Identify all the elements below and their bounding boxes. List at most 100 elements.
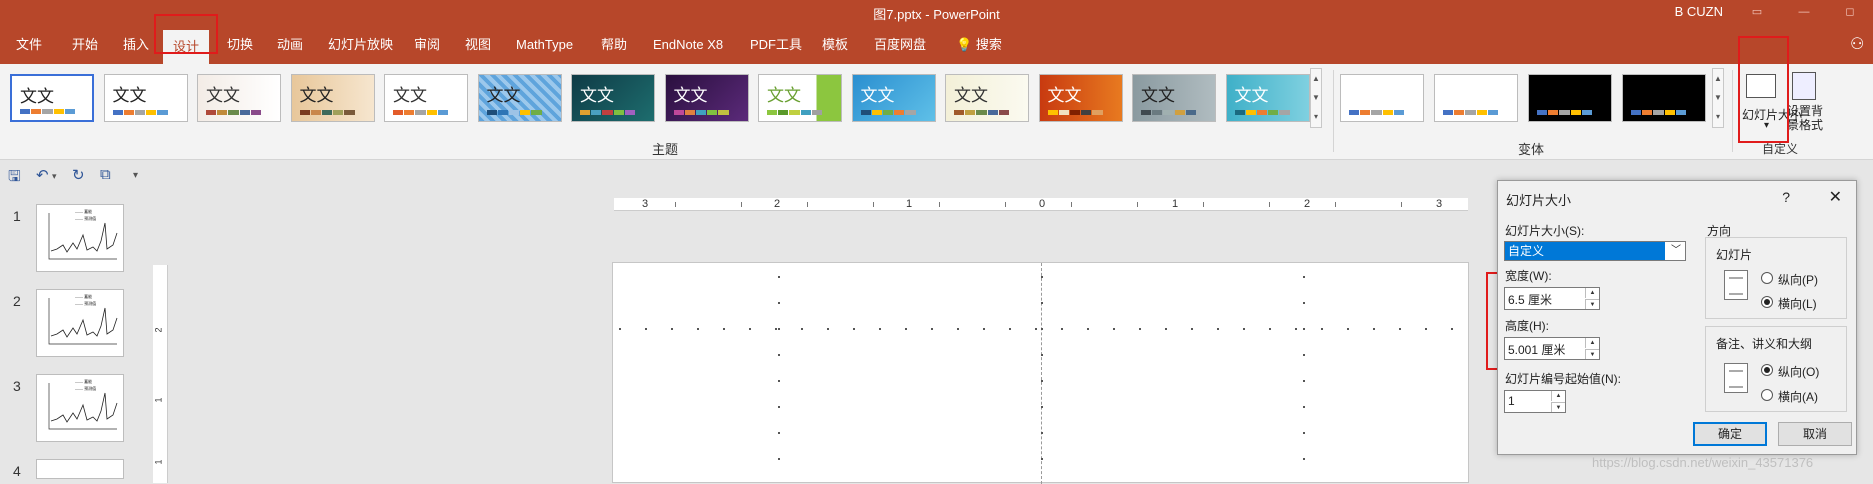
notes-orientation-group: 备注、讲义和大纲 纵向(O) 横向(A) xyxy=(1705,326,1847,412)
tab-slideshow[interactable]: 幻灯片放映 xyxy=(318,26,403,64)
theme-sample-text: 文文 xyxy=(1141,86,1175,106)
theme-thumbnail[interactable]: 文文 xyxy=(197,74,281,122)
slide-size-select[interactable]: 自定义 ﹀ xyxy=(1504,241,1686,261)
slides-section-label: 幻灯片 xyxy=(1716,248,1753,262)
tab-animations[interactable]: 动画 xyxy=(267,26,313,64)
ribbon-display-button[interactable]: ▭ xyxy=(1737,2,1777,22)
tab-file[interactable]: 文件 xyxy=(6,26,52,64)
theme-thumbnail[interactable]: 文文 xyxy=(1225,74,1310,122)
tab-design[interactable]: 设计 xyxy=(163,30,210,64)
redo-icon[interactable]: ↻ xyxy=(72,166,85,184)
theme-thumbnail[interactable]: 文文 xyxy=(945,74,1029,122)
variant-thumbnail[interactable] xyxy=(1434,74,1518,122)
slide-canvas[interactable] xyxy=(612,262,1469,484)
start-number-value: 1 xyxy=(1508,394,1515,408)
width-field[interactable]: 6.5 厘米 ▲ ▼ xyxy=(1504,287,1600,310)
notes-landscape-radio[interactable] xyxy=(1761,389,1773,401)
theme-thumbnail[interactable]: 文文 xyxy=(571,74,655,122)
help-button[interactable]: ? xyxy=(1782,189,1790,205)
height-value: 5.001 厘米 xyxy=(1508,343,1566,357)
landscape-radio[interactable] xyxy=(1761,296,1773,308)
share-icon[interactable]: ⚇ xyxy=(1840,26,1873,64)
spin-up-icon[interactable]: ▲ xyxy=(1585,288,1599,298)
notes-portrait-label[interactable]: 纵向(O) xyxy=(1778,363,1819,380)
slide-thumbnail[interactable]: —— 蓄能 —— 预测值 xyxy=(36,289,124,357)
slide-thumbnail[interactable]: —— 蓄能 —— 预测值 xyxy=(36,374,124,442)
spin-down-icon[interactable]: ▼ xyxy=(1585,349,1599,359)
theme-thumbnail[interactable]: 文文 xyxy=(384,74,468,122)
user-name[interactable]: B CUZN xyxy=(1675,4,1723,19)
tab-insert[interactable]: 插入 xyxy=(113,26,159,64)
portrait-label[interactable]: 纵向(P) xyxy=(1778,271,1818,288)
spin-up-icon[interactable]: ▲ xyxy=(1551,391,1565,401)
grid-dot xyxy=(801,328,803,330)
theme-thumbnail[interactable]: 文文 xyxy=(290,74,375,122)
theme-thumbnail[interactable]: 文文 xyxy=(10,74,94,122)
save-icon[interactable]: 🖫 xyxy=(8,166,21,191)
customize-icon[interactable]: ▾ xyxy=(133,170,138,181)
notes-landscape-label[interactable]: 横向(A) xyxy=(1778,388,1818,405)
close-button[interactable]: ✕ xyxy=(1829,187,1842,207)
variant-thumbnail[interactable] xyxy=(1528,74,1612,122)
undo-dropdown-icon[interactable]: ▾ xyxy=(52,171,57,182)
tab-transitions[interactable]: 切换 xyxy=(217,26,263,64)
slide-number: 3 xyxy=(13,378,21,394)
slide-thumbnail-panel: 1 —— 蓄能 —— 预测值 2 —— 蓄能 —— 预测值 3 —— 蓄能 —— 预测值 4 xyxy=(0,190,150,483)
grid-dot xyxy=(778,380,780,382)
scroll-down-icon[interactable]: ▼ xyxy=(1713,88,1723,107)
tab-templates[interactable]: 模板 xyxy=(812,26,858,64)
theme-thumbnail[interactable]: 文文 xyxy=(477,74,562,122)
theme-color-swatches xyxy=(1234,110,1291,115)
spin-down-icon[interactable]: ▼ xyxy=(1551,402,1565,412)
variant-thumbnail[interactable] xyxy=(1340,74,1424,122)
tab-pdf-tools[interactable]: PDF工具 xyxy=(740,26,812,64)
minimize-button[interactable]: — xyxy=(1784,2,1824,22)
grid-dot xyxy=(645,328,647,330)
tab-view[interactable]: 视图 xyxy=(455,26,501,64)
theme-thumbnail[interactable]: 文文 xyxy=(664,74,749,122)
theme-color-swatches xyxy=(580,110,636,115)
more-icon[interactable]: ▾ xyxy=(1311,107,1321,126)
ruler-tick xyxy=(1005,202,1006,207)
maximize-button[interactable]: ◻ xyxy=(1830,2,1870,22)
lightbulb-icon: 💡 xyxy=(956,37,973,52)
theme-gallery-scroll[interactable]: ▲ ▼ ▾ xyxy=(1310,68,1322,128)
start-number-field[interactable]: 1 ▲ ▼ xyxy=(1504,390,1566,413)
theme-thumbnail[interactable]: 文文 xyxy=(1132,74,1216,122)
variant-thumbnail[interactable] xyxy=(1622,74,1706,122)
landscape-label[interactable]: 横向(L) xyxy=(1778,295,1817,312)
notes-portrait-radio[interactable] xyxy=(1761,364,1773,376)
variant-gallery-scroll[interactable]: ▲ ▼ ▾ xyxy=(1712,68,1724,128)
slide-size-button[interactable]: 幻灯片大小 ▾ xyxy=(1740,70,1802,140)
scroll-up-icon[interactable]: ▲ xyxy=(1311,69,1321,88)
ok-button[interactable]: 确定 xyxy=(1693,422,1767,446)
tab-review[interactable]: 审阅 xyxy=(404,26,450,64)
cancel-button[interactable]: 取消 xyxy=(1778,422,1852,446)
theme-sample-text: 文文 xyxy=(486,86,521,106)
tab-search[interactable]: 💡 搜索 xyxy=(946,26,1012,64)
slide-thumbnail[interactable] xyxy=(36,459,124,479)
theme-thumbnail[interactable]: 文文 xyxy=(103,74,188,122)
tab-mathtype[interactable]: MathType xyxy=(506,26,583,64)
portrait-radio[interactable] xyxy=(1761,272,1773,284)
tab-baidu-netdisk[interactable]: 百度网盘 xyxy=(864,26,936,64)
tab-endnote[interactable]: EndNote X8 xyxy=(643,26,733,64)
group-divider xyxy=(1732,70,1733,152)
tab-home[interactable]: 开始 xyxy=(62,26,108,64)
height-field[interactable]: 5.001 厘米 ▲ ▼ xyxy=(1504,337,1600,360)
spin-up-icon[interactable]: ▲ xyxy=(1585,338,1599,348)
grid-dot xyxy=(1303,432,1305,434)
theme-thumbnail[interactable]: 文文 xyxy=(851,74,936,122)
spin-down-icon[interactable]: ▼ xyxy=(1585,299,1599,309)
theme-thumbnail[interactable]: 文文 xyxy=(758,74,842,122)
grid-dot xyxy=(957,328,959,330)
scroll-up-icon[interactable]: ▲ xyxy=(1713,69,1723,88)
tab-help[interactable]: 帮助 xyxy=(591,26,637,64)
more-icon[interactable]: ▾ xyxy=(1713,107,1723,126)
slide-thumbnail[interactable]: —— 蓄能 —— 预测值 xyxy=(36,204,124,272)
scroll-down-icon[interactable]: ▼ xyxy=(1311,88,1321,107)
format-background-button[interactable]: 设置背景格式 xyxy=(1784,70,1826,140)
theme-thumbnail[interactable]: 文文 xyxy=(1038,74,1123,122)
undo-icon[interactable]: ↶ xyxy=(36,166,49,184)
present-icon[interactable]: ⧉ xyxy=(100,166,111,183)
